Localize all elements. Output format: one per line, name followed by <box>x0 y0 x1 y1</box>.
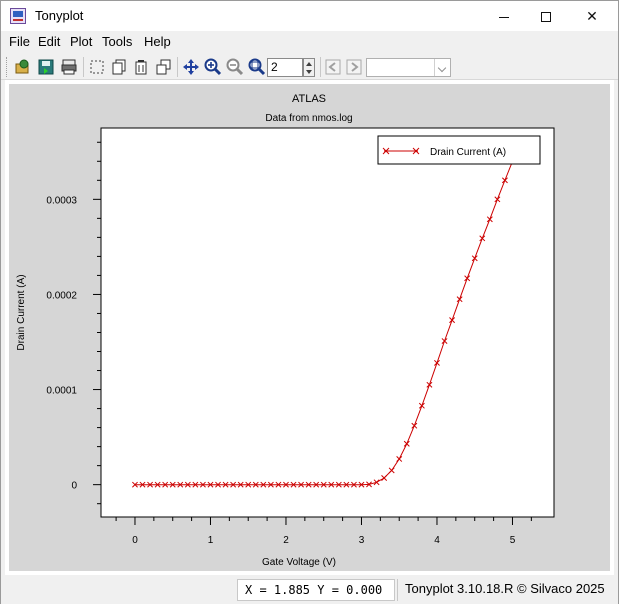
zoom-fit-icon <box>248 58 266 76</box>
menu-help[interactable]: Help <box>144 34 171 49</box>
plot-panel[interactable]: ATLAS Data from nmos.log Gate Voltage (V… <box>9 84 610 571</box>
y-tick-label: 0.0001 <box>46 386 77 397</box>
zoom-level-input[interactable]: 2 <box>267 58 303 77</box>
y-axis-label: Drain Current (A) <box>16 274 27 350</box>
x-tick-label: 5 <box>510 535 516 546</box>
version-label: Tonyplot 3.10.18.R © Silvaco 2025 <box>397 579 612 601</box>
delete-button[interactable] <box>132 58 150 76</box>
status-bar: X = 1.885 Y = 0.000 Tonyplot 3.10.18.R ©… <box>1 575 618 604</box>
minimize-button[interactable] <box>481 1 527 31</box>
cursor-coordinates: X = 1.885 Y = 0.000 <box>237 579 395 601</box>
back-button[interactable] <box>324 58 342 76</box>
menu-edit[interactable]: Edit <box>38 34 60 49</box>
chart-title: ATLAS <box>292 93 326 105</box>
x-axis-label: Gate Voltage (V) <box>262 557 336 568</box>
delete-icon <box>135 60 147 75</box>
x-tick-label: 1 <box>208 535 214 546</box>
print-icon <box>61 59 77 75</box>
menu-file[interactable]: File <box>9 34 30 49</box>
chart-legend: Drain Current (A) <box>377 135 541 165</box>
x-tick-label: 0 <box>132 535 138 546</box>
toolbar-separator <box>177 57 178 77</box>
zoom-in-icon <box>204 58 222 76</box>
y-tick-label: 0.0003 <box>46 195 77 206</box>
select-button[interactable] <box>88 58 106 76</box>
y-tick-label: 0 <box>71 481 77 492</box>
tonyplot-app-icon <box>10 8 26 24</box>
menu-tools[interactable]: Tools <box>102 34 132 49</box>
zoom-out-button[interactable] <box>226 58 244 76</box>
title-bar: Tonyplot ✕ <box>1 1 618 31</box>
pan-button[interactable] <box>182 58 200 76</box>
pan-icon <box>183 59 199 75</box>
menu-bar: File Edit Plot Tools Help <box>1 31 618 53</box>
toolbar-separator <box>83 57 84 77</box>
close-button[interactable]: ✕ <box>569 1 615 31</box>
x-tick-label: 2 <box>283 535 289 546</box>
toolbar-separator <box>320 57 321 77</box>
zoom-in-button[interactable] <box>204 58 222 76</box>
save-button[interactable] <box>37 58 55 76</box>
x-tick-label: 3 <box>359 535 365 546</box>
duplicate-button[interactable] <box>154 58 172 76</box>
plot-area[interactable] <box>100 127 555 518</box>
close-icon: ✕ <box>586 8 598 24</box>
chart-svg[interactable]: ATLAS Data from nmos.log Gate Voltage (V… <box>9 84 610 571</box>
zoom-out-icon <box>226 58 244 76</box>
y-tick-label: 0.0002 <box>46 290 77 301</box>
forward-icon <box>346 59 362 75</box>
maximize-icon <box>541 12 551 23</box>
toolbar-grip[interactable] <box>6 57 8 77</box>
minimize-icon <box>499 16 509 18</box>
zoom-level-stepper[interactable] <box>303 58 315 77</box>
menu-plot[interactable]: Plot <box>70 34 92 49</box>
duplicate-icon <box>156 59 171 75</box>
save-icon <box>38 59 54 75</box>
open-button[interactable] <box>14 58 32 76</box>
maximize-button[interactable] <box>523 1 569 31</box>
print-button[interactable] <box>60 58 78 76</box>
x-tick-label: 4 <box>434 535 440 546</box>
copy-button[interactable] <box>110 58 128 76</box>
open-icon <box>15 59 29 74</box>
forward-button[interactable] <box>345 58 363 76</box>
copy-icon <box>112 59 126 75</box>
chevron-down-icon[interactable] <box>434 59 450 76</box>
legend-label: Drain Current (A) <box>430 147 506 158</box>
plot-select-combo[interactable] <box>366 58 451 77</box>
tonyplot-window: Tonyplot ✕ File Edit Plot Tools Help 2 A… <box>0 0 619 604</box>
back-icon <box>325 59 341 75</box>
zoom-fit-button[interactable] <box>248 58 266 76</box>
chart-subtitle: Data from nmos.log <box>265 113 352 124</box>
select-icon <box>90 60 104 74</box>
window-title: Tonyplot <box>35 8 84 23</box>
